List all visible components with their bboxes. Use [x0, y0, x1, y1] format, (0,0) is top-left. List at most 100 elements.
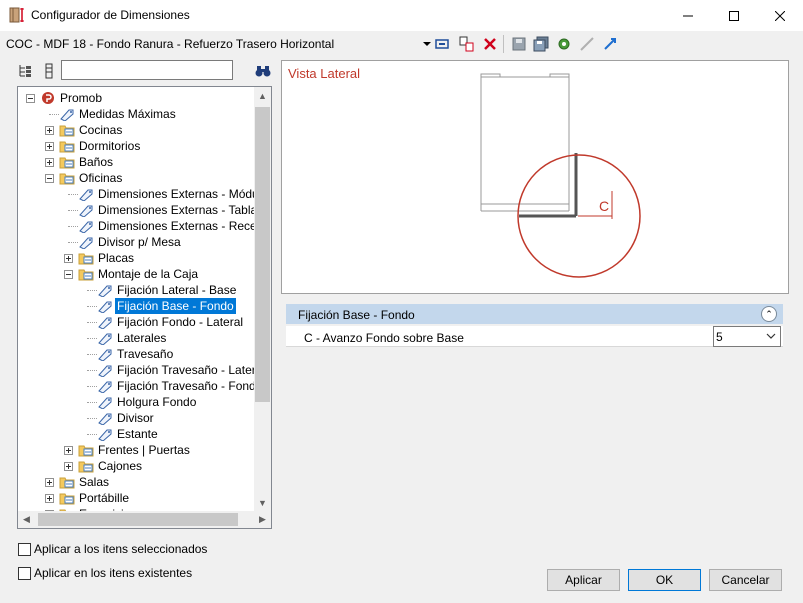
tree-node-label[interactable]: Fijación Travesaño - Fondo [115, 378, 264, 394]
promob-logo-icon [40, 91, 56, 105]
close-icon [775, 10, 785, 21]
tree-node-label[interactable]: Cocinas [77, 122, 124, 138]
category-tree[interactable]: Promob Medidas Máximas Cocinas Dormitorios B… [17, 86, 272, 529]
search-input[interactable] [61, 60, 233, 80]
tree-node-label[interactable]: Holgura Fondo [115, 394, 198, 410]
chevron-down-icon[interactable] [764, 329, 778, 343]
tree-node-label[interactable]: Dormitorios [77, 138, 142, 154]
save-all-icon[interactable] [532, 35, 550, 53]
tree-node-label[interactable]: Montaje de la Caja [96, 266, 200, 282]
tree-expander-25[interactable] [45, 494, 54, 503]
tree-connector [87, 434, 97, 435]
minimize-button[interactable] [665, 0, 711, 31]
tree-node-label[interactable]: Laterales [115, 330, 168, 346]
tree-node-label[interactable]: Divisor p/ Mesa [96, 234, 183, 250]
tree-expander-3[interactable] [45, 142, 54, 151]
tag-icon [78, 187, 94, 202]
tree-connector [87, 322, 97, 323]
folder-icon [59, 491, 75, 505]
tree-expander-2[interactable] [45, 126, 54, 135]
apply-button[interactable]: Aplicar [547, 569, 620, 591]
tree-node-label[interactable]: Dimensiones Externas - Módulos [96, 186, 271, 202]
tree-expander-5[interactable] [45, 174, 54, 183]
list-view-icon[interactable] [40, 62, 58, 80]
binoculars-icon[interactable] [254, 62, 272, 80]
folder-icon [59, 139, 75, 153]
tag-icon [97, 363, 113, 378]
tree-node-label[interactable]: Portábille [77, 490, 131, 506]
tag-icon [97, 315, 113, 330]
ok-button[interactable]: OK [628, 569, 701, 591]
copy-icon[interactable] [458, 35, 476, 53]
folder-icon [59, 123, 75, 137]
scroll-down-icon[interactable]: ▼ [254, 494, 271, 511]
tree-expander-24[interactable] [45, 478, 54, 487]
tree-node-label[interactable]: Fijación Travesaño - Lateral [115, 362, 267, 378]
tree-connector [68, 194, 78, 195]
toolbar-separator [503, 35, 504, 53]
apply-selected-checkbox[interactable] [18, 543, 31, 556]
tree-connector [68, 242, 78, 243]
apply-existing-label: Aplicar en los itens existentes [34, 566, 193, 580]
scroll-up-icon[interactable]: ▲ [254, 87, 271, 104]
collapse-icon[interactable]: ⌃ [761, 306, 777, 322]
tree-expander-11[interactable] [64, 270, 73, 279]
tree-node-label[interactable]: Oficinas [77, 170, 124, 186]
save-icon[interactable] [510, 35, 528, 53]
arrow-icon[interactable] [601, 35, 619, 53]
configuration-path: COC - MDF 18 - Fondo Ranura - Refuerzo T… [6, 37, 335, 51]
tree-node-label[interactable]: Fijación Lateral - Base [115, 282, 238, 298]
tree-node-label[interactable]: Estante [115, 426, 160, 442]
tree-vertical-scrollbar[interactable]: ▲ ▼ [254, 87, 271, 511]
tree-expander-23[interactable] [64, 462, 73, 471]
tree-node-label[interactable]: Travesaño [115, 346, 175, 362]
tree-horizontal-scrollbar[interactable]: ◀ ▶ [18, 511, 271, 528]
tree-connector [49, 114, 59, 115]
cabinet-side-view-drawing [480, 73, 641, 278]
property-name: C - Avanzo Fondo sobre Base [304, 331, 464, 345]
apply-existing-checkbox[interactable] [18, 567, 31, 580]
dimension-label: C [599, 198, 610, 214]
cancel-button[interactable]: Cancelar [709, 569, 782, 591]
tree-expander-0[interactable] [26, 94, 35, 103]
link-icon[interactable] [578, 35, 596, 53]
minimize-icon [683, 15, 693, 16]
tree-node-label[interactable]: Divisor [115, 410, 156, 426]
close-button[interactable] [757, 0, 803, 31]
tree-connector [87, 306, 97, 307]
tree-node-label[interactable]: Dimensiones Externas - Recepción [96, 218, 271, 234]
tree-expander-22[interactable] [64, 446, 73, 455]
delete-icon[interactable] [481, 35, 499, 53]
folder-icon [78, 251, 94, 265]
tree-connector [87, 290, 97, 291]
tree-expander-10[interactable] [64, 254, 73, 263]
property-value: 5 [716, 330, 723, 344]
scroll-thumb[interactable] [255, 107, 270, 402]
tree-node-label[interactable]: Fijación Fondo - Lateral [115, 314, 245, 330]
tree-node-label[interactable]: Dimensiones Externas - Tablas [96, 202, 265, 218]
scroll-left-icon[interactable]: ◀ [18, 511, 35, 528]
tree-node-label[interactable]: Baños [77, 154, 115, 170]
tree-node-label[interactable]: Frentes | Puertas [96, 442, 192, 458]
ruler-cabinet-icon [9, 7, 25, 23]
maximize-button[interactable] [711, 0, 757, 31]
property-group-title: Fijación Base - Fondo [298, 308, 415, 322]
tree-node-label[interactable]: Salas [77, 474, 111, 490]
tree-connector [87, 418, 97, 419]
tree-expander-4[interactable] [45, 158, 54, 167]
edit-icon[interactable] [434, 35, 452, 53]
tag-icon [97, 331, 113, 346]
tree-node-label[interactable]: Medidas Máximas [77, 106, 178, 122]
tree-view-icon[interactable] [17, 62, 35, 80]
scroll-right-icon[interactable]: ▶ [254, 511, 271, 528]
folder-icon [78, 459, 94, 473]
tree-node-label[interactable]: Cajones [96, 458, 144, 474]
settings-icon[interactable] [555, 35, 573, 53]
tag-icon [97, 283, 113, 298]
tree-node-label[interactable]: Placas [96, 250, 136, 266]
tree-node-label[interactable]: Promob [58, 90, 104, 106]
folder-icon [78, 443, 94, 457]
tree-node-label[interactable]: Fijación Base - Fondo [114, 297, 237, 315]
folder-icon [59, 155, 75, 169]
scroll-thumb-horizontal[interactable] [38, 513, 238, 526]
